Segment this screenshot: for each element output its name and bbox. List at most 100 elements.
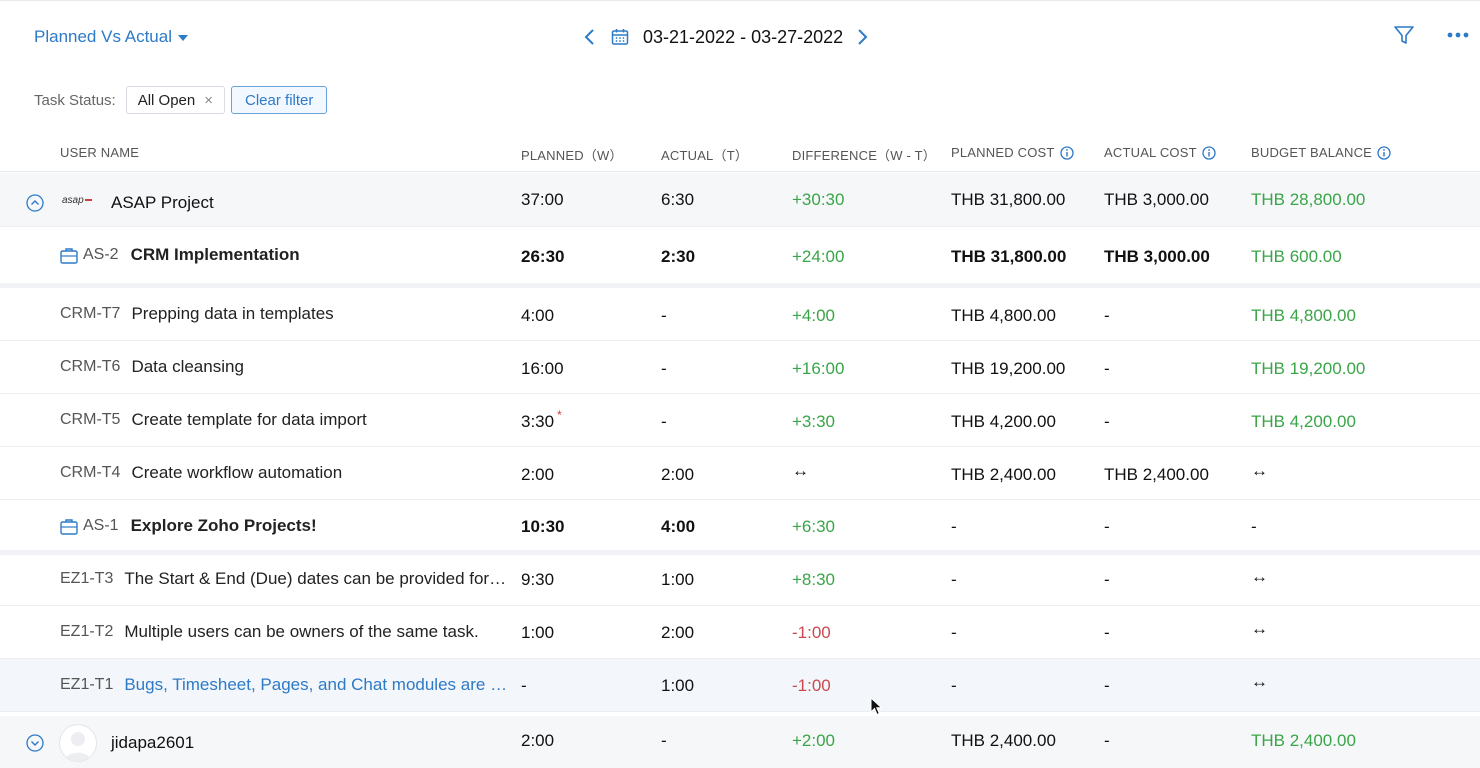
planned: 10:30 — [521, 517, 565, 536]
column-budget-balance-label: BUDGET BALANCE — [1251, 145, 1373, 160]
no-difference-icon: ↔ — [1251, 461, 1268, 480]
task-id: EZ1-T3 — [60, 570, 114, 587]
task-row[interactable]: CRM-T5 Create template for data import 3… — [0, 394, 1480, 447]
view-selector-label: Planned Vs Actual — [34, 27, 172, 46]
budget-balance: THB 4,200.00 — [1251, 412, 1356, 431]
actual: - — [661, 412, 667, 431]
column-actual-cost[interactable]: ACTUAL COST — [1104, 145, 1216, 160]
milestone-row[interactable]: AS-1 Explore Zoho Projects! 10:30 4:00 +… — [0, 500, 1480, 555]
planned-cost: - — [951, 623, 957, 642]
planned-cost: - — [951, 517, 957, 536]
budget-balance: - — [1251, 517, 1257, 536]
difference: +8:30 — [792, 570, 836, 589]
column-planned[interactable]: PLANNED（W） — [521, 145, 623, 164]
planned: 1:00 — [521, 623, 555, 642]
column-planned-cost[interactable]: PLANNED COST — [951, 145, 1074, 160]
column-actual[interactable]: ACTUAL（T） — [661, 145, 748, 164]
milestone-id: AS-1 — [83, 517, 119, 534]
task-name[interactable]: Bugs, Timesheet, Pages, and Chat modules… — [124, 675, 514, 695]
more-icon[interactable] — [1447, 28, 1469, 42]
milestone-row[interactable]: AS-2 CRM Implementation 26:30 2:30 +24:0… — [0, 227, 1480, 288]
no-difference-icon: ↔ — [1251, 567, 1268, 586]
difference: +6:30 — [792, 517, 836, 536]
task-name[interactable]: Data cleansing — [131, 357, 243, 377]
task-name-cell: EZ1-T2 Multiple users can be owners of t… — [60, 622, 479, 642]
chevron-left-icon[interactable] — [583, 28, 597, 46]
task-status-label: Task Status: — [34, 91, 116, 109]
task-name[interactable]: Prepping data in templates — [131, 304, 333, 324]
budget-balance: THB 2,400.00 — [1251, 731, 1356, 750]
filter-icon[interactable] — [1393, 24, 1415, 46]
task-name[interactable]: The Start & End (Due) dates can be provi… — [124, 569, 509, 589]
task-name-cell: CRM-T4 Create workflow automation — [60, 463, 342, 483]
planned-cost: - — [951, 676, 957, 695]
close-icon[interactable]: × — [204, 92, 213, 109]
task-id: CRM-T4 — [60, 464, 121, 481]
actual-cost: - — [1104, 676, 1110, 695]
task-name-cell: EZ1-T3 The Start & End (Due) dates can b… — [60, 569, 509, 589]
task-name-cell: CRM-T6 Data cleansing — [60, 357, 244, 377]
filter-bar: Task Status: All Open × Clear filter — [34, 86, 328, 114]
avatar — [59, 724, 97, 762]
view-selector[interactable]: Planned Vs Actual — [34, 27, 188, 47]
expand-icon[interactable] — [26, 734, 44, 752]
actual-cost: THB 2,400.00 — [1104, 465, 1209, 484]
milestone-name[interactable]: CRM Implementation — [131, 245, 300, 265]
status-filter-chip[interactable]: All Open × — [125, 86, 226, 114]
actual: 6:30 — [661, 190, 695, 209]
planned-cost: - — [951, 570, 957, 589]
info-icon[interactable] — [1377, 145, 1391, 160]
difference: +24:00 — [792, 247, 845, 266]
planned: 16:00 — [521, 359, 564, 378]
task-name[interactable]: Create workflow automation — [131, 463, 342, 483]
project-logo-text: asap — [62, 195, 84, 206]
info-icon[interactable] — [1059, 145, 1074, 160]
actual-cost: - — [1104, 623, 1110, 642]
user-name[interactable]: jidapa2601 — [111, 733, 194, 753]
collapse-icon[interactable] — [26, 194, 44, 212]
actual: - — [661, 306, 667, 325]
task-id: EZ1-T1 — [60, 676, 114, 693]
user-row[interactable]: jidapa2601 2:00 - +2:00 THB 2,400.00 - T… — [0, 716, 1480, 768]
clear-filter-button[interactable]: Clear filter — [231, 86, 328, 114]
column-actual-cost-label: ACTUAL COST — [1104, 145, 1197, 160]
budget-balance: THB 600.00 — [1251, 247, 1342, 266]
column-user-name[interactable]: USER NAME — [60, 145, 139, 160]
task-row[interactable]: CRM-T4 Create workflow automation 2:00 2… — [0, 447, 1480, 500]
task-id: CRM-T7 — [60, 305, 121, 322]
column-difference[interactable]: DIFFERENCE（W - T） — [792, 145, 936, 164]
difference: +4:00 — [792, 306, 836, 325]
calendar-icon[interactable] — [611, 28, 629, 46]
planned: - — [521, 676, 527, 695]
chevron-right-icon[interactable] — [855, 28, 869, 46]
project-name[interactable]: ASAP Project — [111, 193, 214, 213]
budget-balance: THB 19,200.00 — [1251, 359, 1366, 378]
planned-cost: THB 4,800.00 — [951, 306, 1056, 325]
task-name[interactable]: Create template for data import — [131, 410, 366, 430]
date-range[interactable]: 03-21-2022 - 03-27-2022 — [643, 27, 843, 48]
actual: 4:00 — [661, 517, 696, 536]
actual: 1:00 — [661, 676, 695, 695]
actual-cost: THB 3,000.00 — [1104, 247, 1210, 266]
task-row[interactable]: CRM-T7 Prepping data in templates 4:00 -… — [0, 288, 1480, 341]
column-budget-balance[interactable]: BUDGET BALANCE — [1251, 145, 1391, 160]
planned: 37:00 — [521, 190, 564, 209]
actual: 1:00 — [661, 570, 695, 589]
task-row[interactable]: CRM-T6 Data cleansing 16:00 - +16:00 THB… — [0, 341, 1480, 394]
task-row[interactable]: EZ1-T3 The Start & End (Due) dates can b… — [0, 554, 1480, 606]
task-name-cell: CRM-T7 Prepping data in templates — [60, 304, 334, 324]
difference: +3:30 — [792, 412, 836, 431]
briefcase-icon — [60, 247, 78, 264]
info-icon[interactable] — [1202, 145, 1216, 160]
task-row[interactable]: EZ1-T2 Multiple users can be owners of t… — [0, 606, 1480, 659]
task-name[interactable]: Multiple users can be owners of the same… — [124, 622, 478, 642]
project-row[interactable]: asap ASAP Project 37:00 6:30 +30:30 THB … — [0, 173, 1480, 227]
actual: 2:00 — [661, 623, 695, 642]
project-logo: asap — [62, 195, 92, 206]
no-difference-icon: ↔ — [792, 461, 809, 480]
actual-cost: THB 3,000.00 — [1104, 190, 1209, 209]
task-row[interactable]: EZ1-T1 Bugs, Timesheet, Pages, and Chat … — [0, 659, 1480, 712]
planned-cost: THB 2,400.00 — [951, 731, 1056, 750]
milestone-id: AS-2 — [83, 246, 119, 263]
milestone-name[interactable]: Explore Zoho Projects! — [131, 516, 317, 536]
